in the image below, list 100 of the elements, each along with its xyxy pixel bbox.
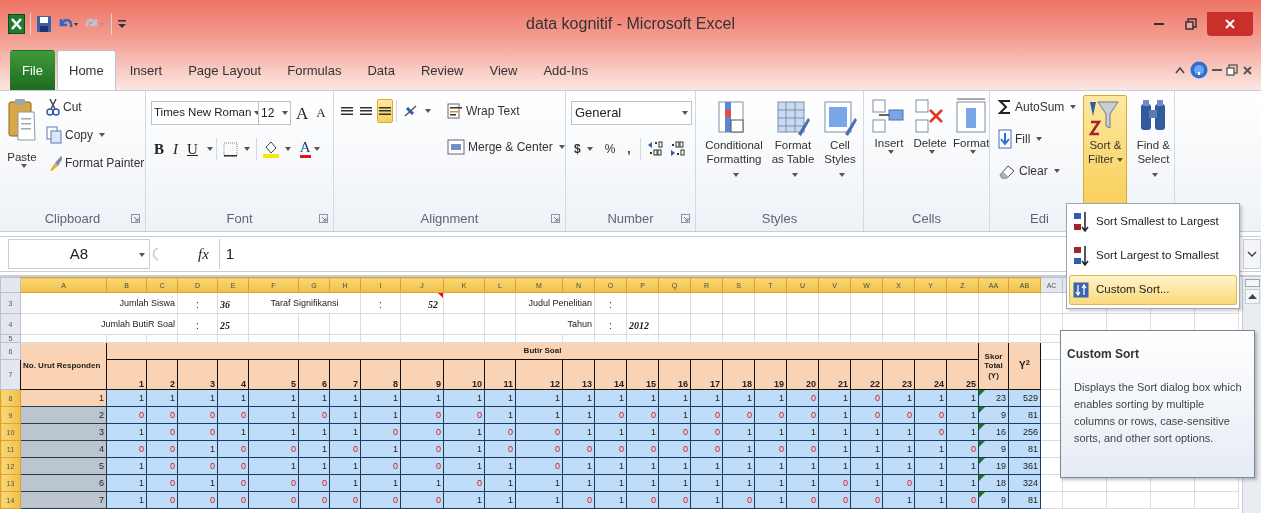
bold-button[interactable]: B [151,137,167,161]
ribbon-tab[interactable]: Home [57,50,116,90]
dialog-launcher-icon[interactable] [551,214,560,223]
field-value: 36 [217,292,249,314]
italic-button[interactable]: I [170,137,181,161]
window-title: data kognitif - Microsoft Excel [525,14,736,34]
close-button[interactable] [1207,12,1253,36]
separator-text: : [379,299,382,310]
field-label: Judul Penelitian [515,292,595,314]
format-painter-button[interactable]: Format Painter [43,151,145,175]
group-label: Clipboard [44,210,101,229]
wrap-text-button[interactable]: Wrap Text [444,99,565,123]
group-label: Cells [912,210,941,229]
fill-button[interactable]: Fill [995,127,1080,151]
group-label: Styles [761,210,798,229]
restore-icon[interactable] [1226,64,1238,76]
copy-icon [46,126,62,144]
caret-icon [558,145,565,149]
align-button[interactable] [377,99,393,123]
merge-center-button[interactable]: Merge & Center [444,135,565,159]
cells-icon [871,98,907,136]
close-icon[interactable] [1242,64,1253,76]
dialog-launcher-icon[interactable] [319,214,328,223]
ribbon-tab[interactable]: Insert [117,50,175,90]
expand-formula-bar-icon[interactable] [1243,239,1261,269]
sort-ascending-icon [1073,211,1089,233]
ribbon-tab[interactable]: Formulas [275,50,354,90]
group-label: Number [607,210,654,229]
menu-item[interactable]: Sort Largest to Smallest [1069,241,1237,271]
decrease-decimal-icon[interactable] [668,140,685,158]
ribbon-tab[interactable]: Page Layout [176,50,274,90]
copy-button[interactable]: Copy [43,123,145,147]
grow-font-button[interactable]: A [293,101,312,125]
field-label: Jumlah ButiR Soal [20,313,178,335]
caret-icon [20,164,27,169]
column-heading: Y$^{2}$ [1008,342,1041,390]
sigma-icon [998,99,1012,115]
minimize-icon [1154,23,1164,25]
caret-icon [838,172,845,177]
fill-down-icon [998,129,1012,149]
column-heading: No. Urut Responden [20,342,107,390]
currency-button[interactable]: $ [571,137,596,161]
underline-button[interactable]: U [184,137,201,161]
menu-item[interactable]: Custom Sort... [1069,275,1237,305]
shrink-font-button[interactable]: A [313,101,329,125]
cell-styles-button[interactable]: Cell Styles [819,95,861,207]
borders-icon [222,141,238,157]
scissors-icon [46,98,60,116]
group-label: Font [226,210,253,229]
dialog-launcher-icon[interactable] [681,214,690,223]
cells-icon [953,98,989,136]
wrap-text-icon [447,103,463,119]
clipboard-icon [7,98,37,142]
font-color-button[interactable]: A [296,137,323,161]
name-box[interactable]: A8 [8,239,150,269]
font-size-dropdown[interactable]: 12 [258,101,291,125]
number-format-dropdown[interactable]: General [571,101,692,125]
save-icon[interactable] [36,15,52,33]
spreadsheet-logo-icon [8,14,25,34]
autosum-button[interactable]: AutoSum [995,95,1080,119]
ribbon-tab[interactable]: Add-Ins [531,50,601,90]
format-as-table-button[interactable]: Format as Table [768,95,818,207]
styles-icon [821,98,859,138]
clear-button[interactable]: Clear [995,159,1080,183]
separator-text: : [609,320,612,331]
caret-icon [732,172,739,177]
caret-icon [887,150,894,155]
conditional-formatting-button[interactable]: Conditional Formatting [701,95,767,207]
field-label: Tahun [515,313,595,335]
insert-function-button[interactable]: fx [198,242,209,266]
comma-button[interactable]: , [624,137,634,161]
align-lines-icon [341,107,353,115]
menu-item[interactable]: Sort Smallest to Largest [1069,207,1237,237]
file-tab[interactable]: File [10,50,55,90]
caret-icon [425,109,431,113]
custom-sort-icon [1073,282,1089,298]
paint-bucket-icon [262,140,279,158]
format-button[interactable]: Format [951,95,989,207]
group-label: Alignment [420,210,479,229]
scroll-up-icon[interactable] [1244,289,1260,304]
dialog-launcher-icon[interactable] [131,214,140,223]
ribbon-tab[interactable]: Data [355,50,407,90]
sort-descending-icon [1073,245,1089,267]
font-name-dropdown[interactable]: Times New Roman [151,101,259,125]
insert-button[interactable]: Insert [869,95,909,207]
delete-button[interactable]: Delete [910,95,950,207]
field-label: Jumlah Siswa [20,292,178,314]
percent-button[interactable]: % [601,137,619,161]
ribbon-tab[interactable]: Review [408,50,476,90]
increase-decimal-icon[interactable] [646,140,663,158]
caret-icon [969,150,976,155]
caret-icon [1070,105,1077,109]
paste-button[interactable]: Paste [5,95,39,207]
ribbon-tab[interactable]: View [477,50,530,90]
caret-icon [1151,172,1158,177]
cut-button[interactable]: Cut [43,95,145,119]
caret-icon [243,147,250,151]
collapse-ribbon-icon[interactable] [1174,65,1186,75]
help-icon[interactable] [1190,61,1208,79]
customize-icon[interactable] [117,17,127,31]
